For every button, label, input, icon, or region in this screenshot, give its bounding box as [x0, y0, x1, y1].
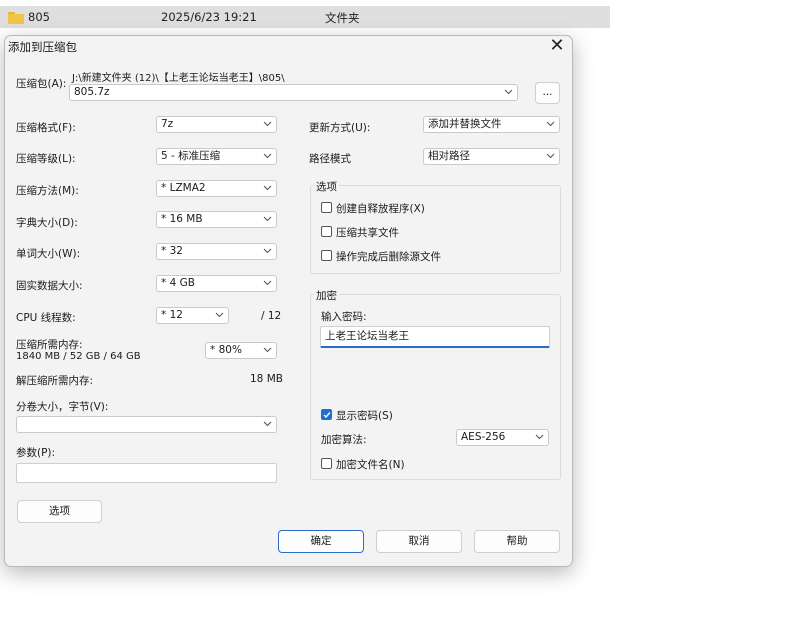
pathmode-select[interactable]: 相对路径	[423, 148, 560, 165]
method-select[interactable]: * LZMA2	[156, 180, 277, 197]
chevron-down-icon	[263, 276, 272, 291]
cpu-select[interactable]: * 12	[156, 307, 229, 324]
check-icon	[323, 412, 331, 419]
archive-name-value: 805.7z	[74, 86, 110, 98]
enc-method-label: 加密算法:	[321, 434, 367, 446]
encrypt-names-checkbox[interactable]	[321, 458, 332, 469]
cpu-total: / 12	[261, 310, 282, 322]
delete-after-checkbox[interactable]	[321, 250, 332, 261]
ok-button[interactable]: 确定	[278, 530, 364, 553]
shared-label: 压缩共享文件	[336, 227, 399, 239]
chevron-down-icon	[263, 117, 272, 132]
dict-label: 字典大小(D):	[16, 217, 78, 229]
word-label: 单词大小(W):	[16, 248, 81, 260]
word-select[interactable]: * 32	[156, 243, 277, 260]
shared-checkbox[interactable]	[321, 226, 332, 237]
method-value: * LZMA2	[161, 182, 206, 194]
show-password-label: 显示密码(S)	[336, 410, 393, 422]
level-value: 5 - 标准压缩	[161, 150, 221, 162]
chevron-down-icon	[546, 117, 555, 132]
cancel-button[interactable]: 取消	[376, 530, 462, 553]
update-label: 更新方式(U):	[309, 122, 371, 134]
chevron-down-icon	[263, 343, 272, 358]
file-type: 文件夹	[325, 11, 360, 25]
folder-icon	[8, 12, 24, 24]
update-value: 添加并替换文件	[428, 118, 502, 130]
browse-button[interactable]: ...	[535, 82, 560, 104]
method-label: 压缩方法(M):	[16, 185, 79, 197]
params-label: 参数(P):	[16, 447, 56, 459]
show-password-checkbox[interactable]	[321, 409, 332, 420]
mem-value: * 80%	[210, 344, 242, 356]
format-select[interactable]: 7z	[156, 116, 277, 133]
password-label: 输入密码:	[321, 311, 367, 323]
add-to-archive-dialog: 添加到压缩包 ✕ 压缩包(A): J:\新建文件夹 (12)\【上老王论坛当老王…	[4, 35, 573, 567]
encryption-group-title: 加密	[314, 288, 339, 303]
level-label: 压缩等级(L):	[16, 153, 76, 165]
options-group-title: 选项	[314, 179, 339, 194]
archive-path: J:\新建文件夹 (12)\【上老王论坛当老王】\805\	[72, 73, 285, 84]
dict-select[interactable]: * 16 MB	[156, 211, 277, 228]
encrypt-names-label: 加密文件名(N)	[336, 459, 405, 471]
format-value: 7z	[161, 118, 174, 130]
chevron-down-icon	[535, 430, 544, 445]
sfx-checkbox[interactable]	[321, 202, 332, 213]
mem-detail: 1840 MB / 52 GB / 64 GB	[16, 351, 141, 362]
params-input[interactable]	[16, 463, 277, 483]
help-button[interactable]: 帮助	[474, 530, 560, 553]
chevron-down-icon	[263, 212, 272, 227]
archive-name-combo[interactable]: 805.7z	[69, 84, 518, 101]
chevron-down-icon	[546, 149, 555, 164]
cpu-label: CPU 线程数:	[16, 312, 76, 324]
enc-method-value: AES-256	[461, 431, 506, 443]
level-select[interactable]: 5 - 标准压缩	[156, 148, 277, 165]
update-select[interactable]: 添加并替换文件	[423, 116, 560, 133]
close-icon[interactable]: ✕	[543, 36, 571, 58]
volume-combo[interactable]	[16, 416, 277, 433]
password-input[interactable]: 上老王论坛当老王	[320, 326, 550, 348]
dict-value: * 16 MB	[161, 213, 203, 225]
solid-value: * 4 GB	[161, 277, 195, 289]
format-label: 压缩格式(F):	[16, 122, 76, 134]
chevron-down-icon	[504, 85, 513, 100]
solid-label: 固实数据大小:	[16, 280, 83, 292]
file-list-row[interactable]: 805 2025/6/23 19:21 文件夹	[0, 6, 610, 28]
chevron-down-icon	[263, 149, 272, 164]
chevron-down-icon	[263, 244, 272, 259]
decomp-label: 解压缩所需内存:	[16, 375, 94, 387]
mem-label: 压缩所需内存:	[16, 339, 83, 351]
pathmode-label: 路径模式	[309, 153, 351, 165]
solid-select[interactable]: * 4 GB	[156, 275, 277, 292]
sfx-label: 创建自释放程序(X)	[336, 203, 425, 215]
dialog-title: 添加到压缩包	[8, 40, 77, 54]
decomp-value: 18 MB	[250, 373, 283, 385]
volume-label: 分卷大小，字节(V):	[16, 401, 109, 413]
chevron-down-icon	[263, 181, 272, 196]
options-button[interactable]: 选项	[17, 500, 102, 523]
chevron-down-icon	[263, 417, 272, 432]
cpu-value: * 12	[161, 309, 183, 321]
word-value: * 32	[161, 245, 183, 257]
chevron-down-icon	[215, 308, 224, 323]
mem-select[interactable]: * 80%	[205, 342, 277, 359]
file-date: 2025/6/23 19:21	[161, 10, 257, 24]
file-name: 805	[28, 10, 50, 24]
delete-after-label: 操作完成后删除源文件	[336, 251, 441, 263]
archive-label: 压缩包(A):	[16, 78, 67, 90]
enc-method-select[interactable]: AES-256	[456, 429, 549, 446]
pathmode-value: 相对路径	[428, 150, 470, 162]
